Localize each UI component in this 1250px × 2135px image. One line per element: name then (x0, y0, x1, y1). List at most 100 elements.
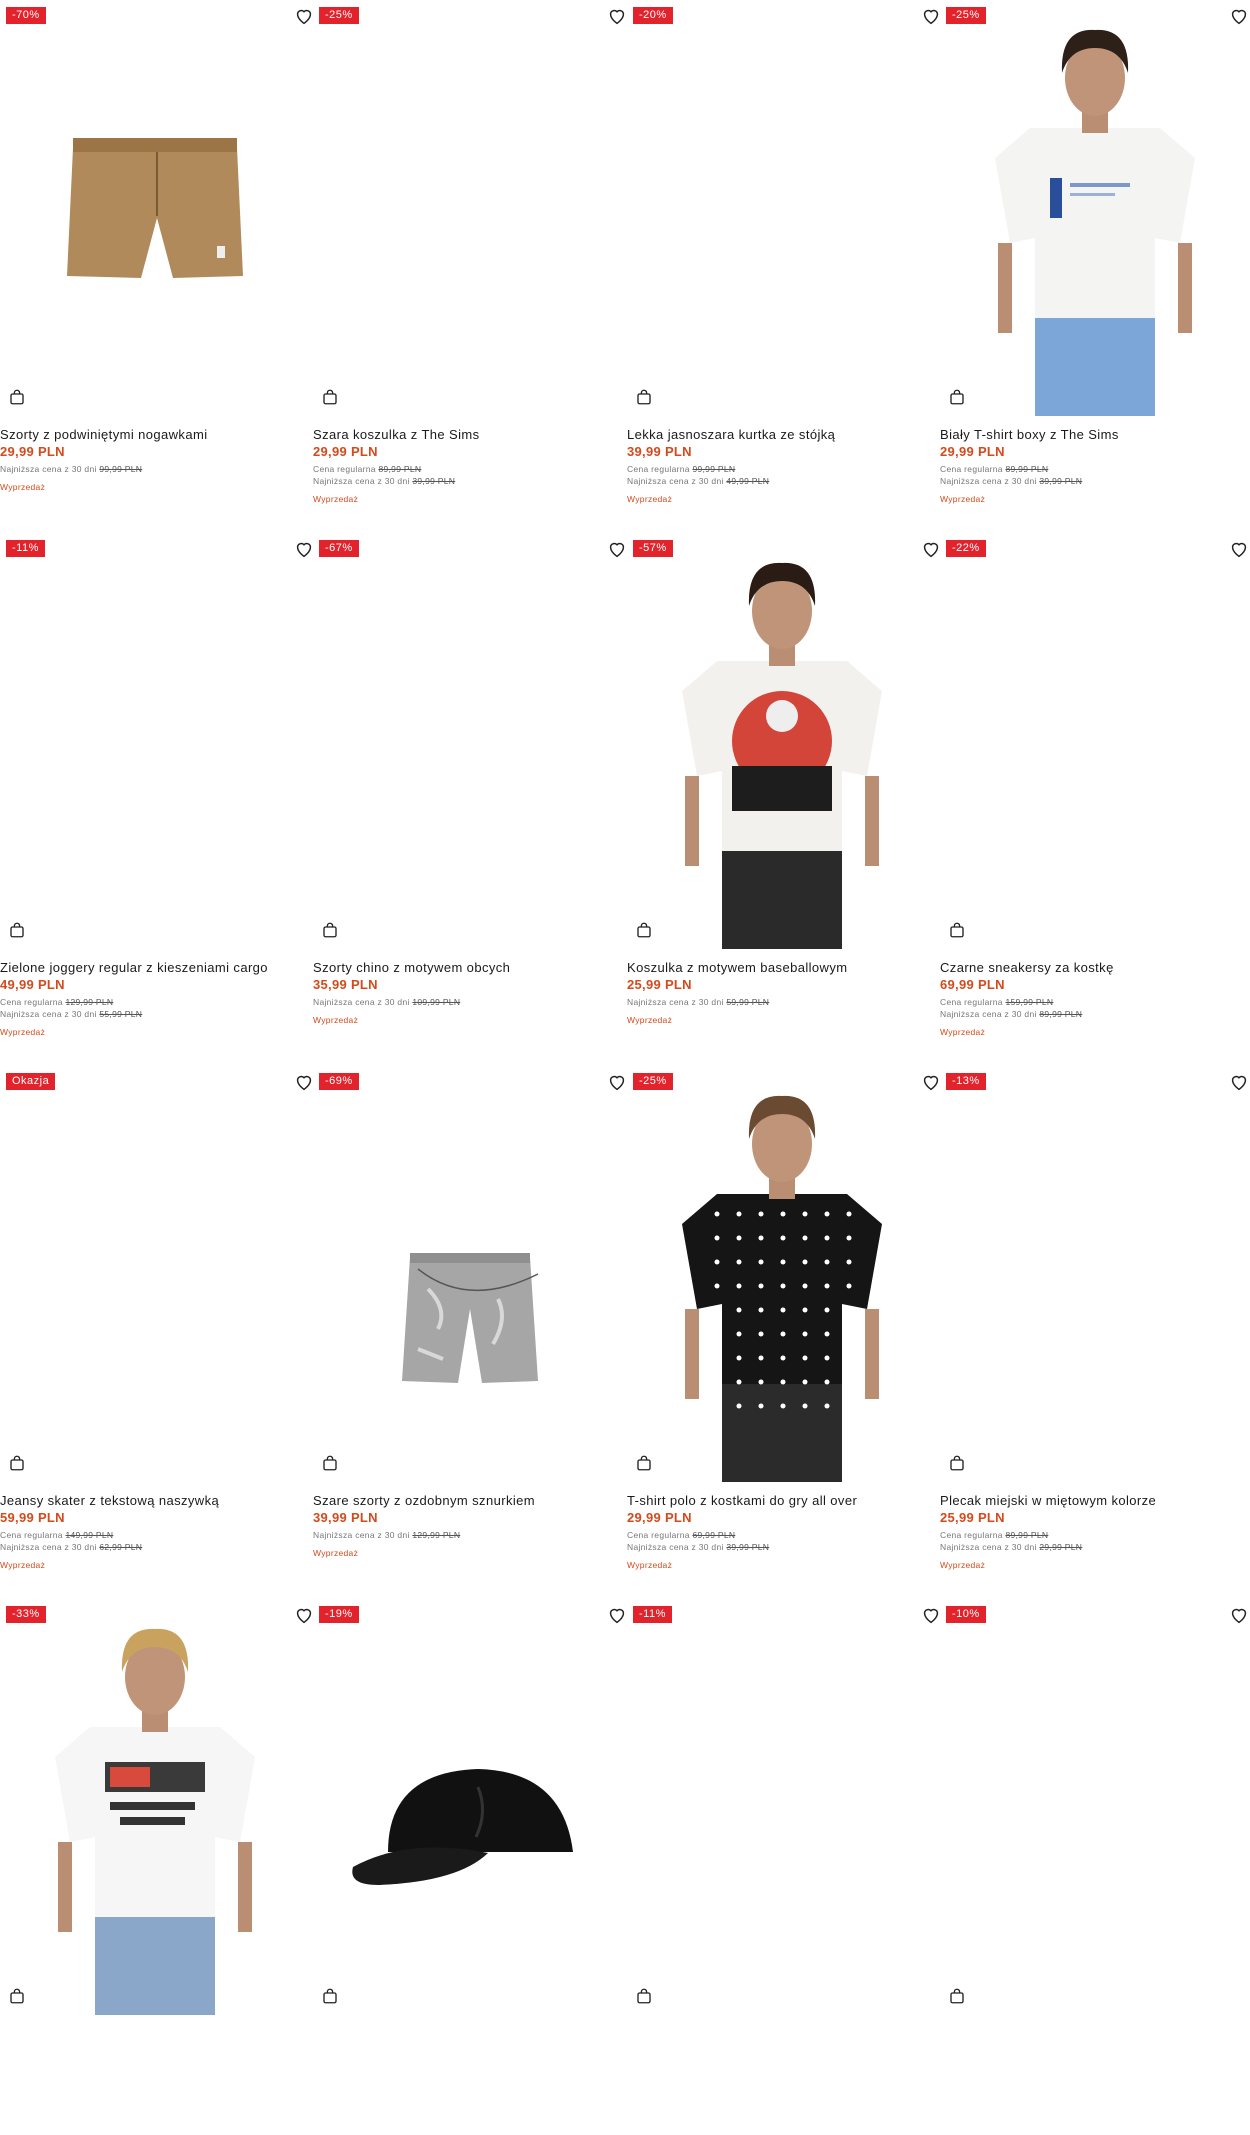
price-details: Cena regularna 129,99 PLN Najniższa cena… (0, 996, 142, 1038)
discount-badge: -11% (633, 1606, 672, 1623)
product-card[interactable]: -10% (940, 1599, 1250, 2135)
product-title[interactable]: Zielone joggery regular z kieszeniami ca… (0, 960, 315, 975)
lowest-price-row: Najniższa cena z 30 dni 55,99 PLN (0, 1008, 142, 1020)
regular-price-label: Cena regularna (0, 1530, 63, 1540)
product-title[interactable]: Plecak miejski w miętowym kolorze (940, 1493, 1250, 1508)
product-title[interactable]: Lekka jasnoszara kurtka ze stójką (627, 427, 942, 442)
product-card[interactable]: -22% Czarne sneakersy za kostkę 69,99 PL… (940, 533, 1250, 1069)
lowest-price: 59,99 PLN (726, 997, 770, 1007)
product-title[interactable]: Szare szorty z ozdobnym sznurkiem (313, 1493, 628, 1508)
regular-price: 89,99 PLN (1005, 464, 1049, 474)
shopping-bag-icon[interactable] (321, 921, 339, 939)
shopping-bag-icon[interactable] (635, 921, 653, 939)
shopping-bag-icon[interactable] (948, 1987, 966, 2005)
heart-icon[interactable] (920, 1604, 942, 1626)
lowest-price-label: Najniższa cena z 30 dni (0, 1542, 97, 1552)
heart-icon[interactable] (293, 5, 315, 27)
discount-badge: -69% (319, 1073, 359, 1090)
product-card[interactable]: -33% (0, 1599, 315, 2135)
product-image[interactable] (0, 0, 315, 416)
heart-icon[interactable] (293, 538, 315, 560)
product-title[interactable]: Koszulka z motywem baseballowym (627, 960, 942, 975)
product-image[interactable] (627, 533, 942, 949)
heart-icon[interactable] (293, 1604, 315, 1626)
heart-icon[interactable] (606, 1071, 628, 1093)
product-card[interactable]: -70% Szorty z podwiniętymi nogawkami 29,… (0, 0, 315, 536)
shopping-bag-icon[interactable] (321, 388, 339, 406)
product-card[interactable]: -67% Szorty chino z motywem obcych 35,99… (313, 533, 628, 1069)
product-card[interactable]: -25% Szara koszulka z The Sims 29,99 PLN… (313, 0, 628, 536)
sale-label: Wyprzedaż (627, 494, 673, 504)
product-card[interactable]: -25% Biały T-shirt boxy z The Sims 29,99… (940, 0, 1250, 536)
product-title[interactable]: Szara koszulka z The Sims (313, 427, 628, 442)
discount-badge: -67% (319, 540, 359, 557)
lowest-price-row: Najniższa cena z 30 dni 89,99 PLN (940, 1008, 1082, 1020)
lowest-price-label: Najniższa cena z 30 dni (313, 1530, 410, 1540)
shopping-bag-icon[interactable] (8, 1987, 26, 2005)
product-image[interactable] (0, 1066, 315, 1482)
product-image[interactable] (0, 533, 315, 949)
regular-price: 129,99 PLN (65, 997, 114, 1007)
shopping-bag-icon[interactable] (948, 921, 966, 939)
product-price: 29,99 PLN (940, 444, 1005, 459)
product-card[interactable]: -69% Szare szorty z ozdobnym sznurkiem 3… (313, 1066, 628, 1602)
regular-price-label: Cena regularna (940, 997, 1003, 1007)
product-title[interactable]: Szorty z podwiniętymi nogawkami (0, 427, 315, 442)
shopping-bag-icon[interactable] (321, 1987, 339, 2005)
product-image[interactable] (313, 1066, 628, 1482)
shopping-bag-icon[interactable] (635, 388, 653, 406)
heart-icon[interactable] (293, 1071, 315, 1093)
heart-icon[interactable] (1228, 538, 1250, 560)
heart-icon[interactable] (1228, 1071, 1250, 1093)
product-title[interactable]: Czarne sneakersy za kostkę (940, 960, 1250, 975)
product-title[interactable]: Jeansy skater z tekstową naszywką (0, 1493, 315, 1508)
product-image[interactable] (627, 1066, 942, 1482)
product-image[interactable] (0, 1599, 315, 2015)
product-image[interactable] (940, 533, 1250, 949)
product-price: 39,99 PLN (627, 444, 692, 459)
shopping-bag-icon[interactable] (8, 1454, 26, 1472)
product-image[interactable] (313, 533, 628, 949)
product-card[interactable]: -19% (313, 1599, 628, 2135)
product-card[interactable]: -13% Plecak miejski w miętowym kolorze 2… (940, 1066, 1250, 1602)
shopping-bag-icon[interactable] (8, 921, 26, 939)
product-title[interactable]: Szorty chino z motywem obcych (313, 960, 628, 975)
product-card[interactable]: -11% (627, 1599, 942, 2135)
shopping-bag-icon[interactable] (948, 388, 966, 406)
shopping-bag-icon[interactable] (635, 1987, 653, 2005)
heart-icon[interactable] (920, 538, 942, 560)
heart-icon[interactable] (606, 1604, 628, 1626)
lowest-price-row: Najniższa cena z 30 dni 29,99 PLN (940, 1541, 1082, 1553)
shopping-bag-icon[interactable] (321, 1454, 339, 1472)
product-image[interactable] (940, 1599, 1250, 2015)
product-card[interactable]: -11% Zielone joggery regular z kieszenia… (0, 533, 315, 1069)
product-card[interactable]: -57% Koszulka z motywem baseballowym 25,… (627, 533, 942, 1069)
regular-price-label: Cena regularna (940, 1530, 1003, 1540)
product-card[interactable]: -25% T-shirt polo z kostkami do gry all … (627, 1066, 942, 1602)
shopping-bag-icon[interactable] (948, 1454, 966, 1472)
sale-label: Wyprzedaż (0, 482, 46, 492)
lowest-price-label: Najniższa cena z 30 dni (627, 997, 724, 1007)
product-title[interactable]: T-shirt polo z kostkami do gry all over (627, 1493, 942, 1508)
product-image[interactable] (313, 1599, 628, 2015)
product-image[interactable] (940, 0, 1250, 416)
heart-icon[interactable] (920, 1071, 942, 1093)
product-image[interactable] (313, 0, 628, 416)
shopping-bag-icon[interactable] (635, 1454, 653, 1472)
product-image[interactable] (627, 0, 942, 416)
discount-badge: -19% (319, 1606, 359, 1623)
heart-icon[interactable] (1228, 5, 1250, 27)
heart-icon[interactable] (1228, 1604, 1250, 1626)
heart-icon[interactable] (606, 5, 628, 27)
heart-icon[interactable] (606, 538, 628, 560)
sale-label: Wyprzedaż (627, 1560, 673, 1570)
product-image[interactable] (627, 1599, 942, 2015)
product-title[interactable]: Biały T-shirt boxy z The Sims (940, 427, 1250, 442)
regular-price-label: Cena regularna (313, 464, 376, 474)
shopping-bag-icon[interactable] (8, 388, 26, 406)
heart-icon[interactable] (920, 5, 942, 27)
product-card[interactable]: Okazja Jeansy skater z tekstową naszywką… (0, 1066, 315, 1602)
product-card[interactable]: -20% Lekka jasnoszara kurtka ze stójką 3… (627, 0, 942, 536)
product-price: 29,99 PLN (627, 1510, 692, 1525)
product-image[interactable] (940, 1066, 1250, 1482)
